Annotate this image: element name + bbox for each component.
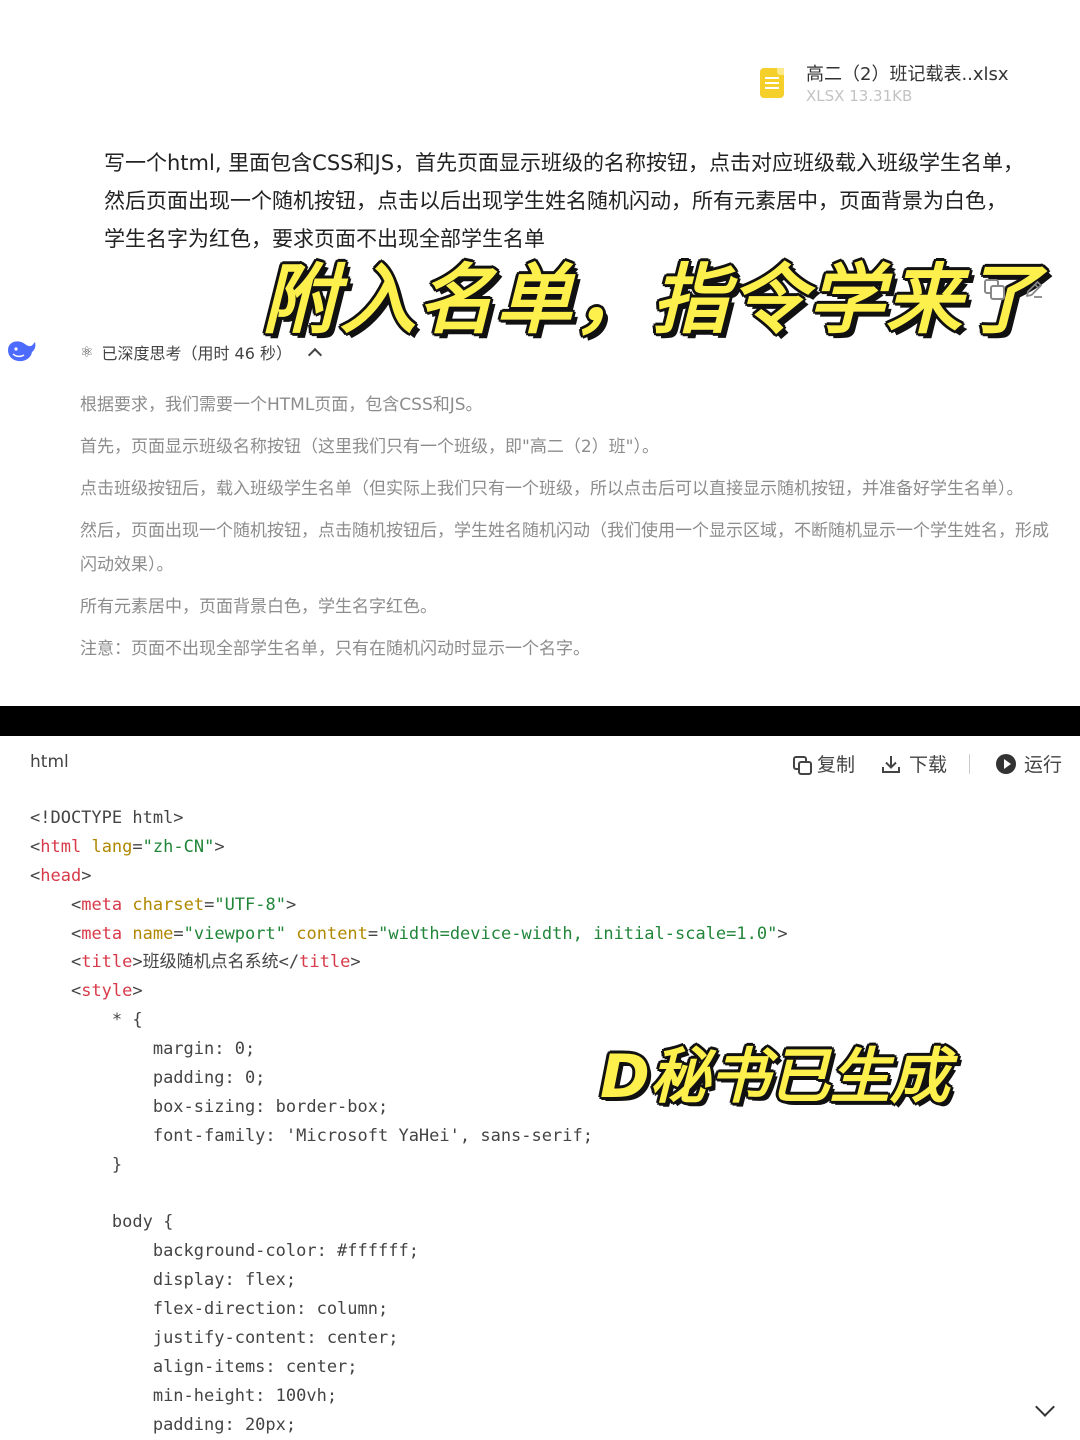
atom-icon: ⚛ <box>80 343 94 361</box>
message-actions <box>984 279 1044 300</box>
overlay-caption-subtitle: D秘书已生成 <box>600 1042 950 1112</box>
chevron-up-icon <box>307 347 323 362</box>
run-label: 运行 <box>1023 754 1062 776</box>
thinking-paragraph: 根据要求，我们需要一个HTML页面，包含CSS和JS。 <box>80 395 483 415</box>
thinking-paragraph: 首先，页面显示班级名称按钮（这里我们只有一个班级，即"高二（2）班"）。 <box>80 437 659 457</box>
code-line: padding: 20px; <box>152 1414 297 1435</box>
code-line: <head> <box>30 865 92 886</box>
attachment-meta: XLSX 13.31KB <box>806 87 913 105</box>
code-line: <meta charset="UTF-8"> <box>70 894 297 915</box>
chat-panel: 高二（2）班记载表..xlsx XLSX 13.31KB 写一个html, 里面… <box>0 0 1080 706</box>
toolbar-separator <box>968 753 970 774</box>
copy-label: 复制 <box>816 754 855 776</box>
copy-button[interactable]: 复制 <box>792 750 855 777</box>
deepseek-whale-icon <box>8 341 36 362</box>
copy-icon <box>792 755 812 775</box>
download-button[interactable]: 下载 <box>881 750 947 777</box>
code-line: body { <box>111 1212 174 1233</box>
thinking-content: 根据要求，我们需要一个HTML页面，包含CSS和JS。 首先，页面显示班级名称按… <box>80 388 1055 674</box>
thinking-paragraph: 然后，页面出现一个随机按钮，点击随机按钮后，学生姓名随机闪动（我们使用一个显示区… <box>80 521 1049 575</box>
run-button[interactable]: 运行 <box>995 750 1062 777</box>
code-toolbar: 复制 下载 运行 <box>767 750 1062 777</box>
user-message-line: 写一个html, 里面包含CSS和JS，首先页面显示班级的名称按钮，点击对应班级… <box>104 151 1025 175</box>
code-block: html 复制 下载 运行 <!DOCTYPE html> <html lang… <box>0 736 1080 1440</box>
code-language-label: html <box>30 752 69 772</box>
overlay-caption-title: 附入名单，指令学来了 <box>262 255 1042 344</box>
user-message-line: 然后页面出现一个随机按钮，点击以后出现学生姓名随机闪动，所有元素居中，页面背景为… <box>104 189 1007 213</box>
download-label: 下载 <box>908 754 947 776</box>
code-line: <style> <box>70 981 143 1002</box>
code-line: display: flex; <box>152 1270 297 1291</box>
code-line: align-items: center; <box>152 1356 358 1377</box>
file-xlsx-icon <box>760 68 784 98</box>
code-line: <html lang="zh-CN"> <box>30 836 225 857</box>
code-line: <title>班级随机点名系统</title> <box>70 952 361 973</box>
chevron-down-icon[interactable] <box>1035 1397 1055 1417</box>
code-line: <!DOCTYPE html> <box>30 808 184 828</box>
section-divider <box>0 706 1080 736</box>
code-line: min-height: 100vh; <box>152 1385 338 1406</box>
thinking-paragraph: 点击班级按钮后，载入班级学生名单（但实际上我们只有一个班级，所以点击后可以直接显… <box>80 479 1024 499</box>
code-line: font-family: 'Microsoft YaHei', sans-ser… <box>152 1125 593 1146</box>
thinking-toggle[interactable]: ⚛ 已深度思考（用时 46 秒） <box>80 340 323 364</box>
thinking-paragraph: 注意：页面不出现全部学生名单，只有在随机闪动时显示一个名字。 <box>80 639 590 659</box>
code-line: justify-content: center; <box>152 1328 399 1349</box>
code-line: <meta name="viewport" content="width=dev… <box>70 923 788 944</box>
thinking-header: 已深度思考（用时 46 秒） <box>101 344 292 363</box>
play-icon <box>995 753 1016 774</box>
code-line: flex-direction: column; <box>152 1299 389 1320</box>
download-icon <box>881 755 900 773</box>
code-line: background-color: #ffffff; <box>152 1241 419 1262</box>
copy-icon[interactable] <box>984 279 1005 300</box>
code-line: } <box>111 1154 123 1175</box>
code-content: <!DOCTYPE html> <html lang="zh-CN"> <hea… <box>30 804 788 1440</box>
attachment-name: 高二（2）班记载表..xlsx <box>806 64 1009 85</box>
edit-icon[interactable] <box>1024 279 1044 299</box>
attachment-card[interactable]: 高二（2）班记载表..xlsx XLSX 13.31KB <box>756 58 1056 118</box>
thinking-paragraph: 所有元素居中，页面背景白色，学生名字红色。 <box>80 597 437 617</box>
